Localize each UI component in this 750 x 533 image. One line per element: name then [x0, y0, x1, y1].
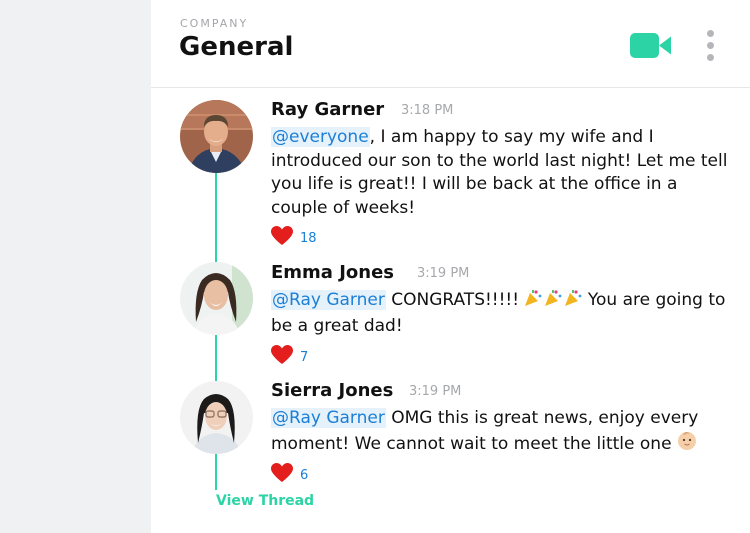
message-text: @Ray Garner OMG this is great news, enjo… [271, 407, 731, 458]
reaction-count: 6 [300, 468, 309, 483]
message-author[interactable]: Ray Garner [271, 99, 384, 120]
reaction-count: 18 [300, 231, 317, 246]
party-popper-icon [524, 289, 582, 315]
reaction-heart[interactable]: 6 [271, 463, 321, 485]
sidebar [0, 0, 151, 533]
reaction-heart[interactable]: 18 [271, 226, 331, 248]
message-timestamp: 3:19 PM [409, 384, 462, 399]
channel-header: COMPANY General [151, 0, 750, 88]
view-thread-link[interactable]: View Thread [216, 493, 314, 509]
message-text-content: CONGRATS!!!!! [385, 290, 525, 310]
channel-title: General [179, 32, 294, 62]
workspace-name: COMPANY [180, 17, 249, 30]
mention-ray-garner[interactable]: @Ray Garner [271, 290, 386, 310]
avatar-sierra-jones[interactable] [180, 381, 253, 454]
avatar-emma-jones[interactable] [180, 262, 253, 335]
message-text: @Ray Garner CONGRATS!!!!! You are going … [271, 289, 731, 338]
message-author[interactable]: Sierra Jones [271, 380, 393, 401]
message-author[interactable]: Emma Jones [271, 262, 394, 283]
baby-face-icon [677, 431, 697, 459]
channel-view: COMPANY General Ray Garner 3:18 PM @ever… [151, 0, 750, 533]
message-timestamp: 3:18 PM [401, 103, 454, 118]
message-timestamp: 3:19 PM [417, 266, 470, 281]
heart-icon [271, 226, 293, 245]
reaction-heart[interactable]: 7 [271, 345, 321, 367]
heart-icon [271, 463, 293, 482]
reaction-count: 7 [300, 350, 309, 365]
mention-everyone[interactable]: @everyone [271, 127, 370, 147]
heart-icon [271, 345, 293, 364]
mention-ray-garner[interactable]: @Ray Garner [271, 408, 386, 428]
avatar-ray-garner[interactable] [180, 100, 253, 173]
vertical-ellipsis-icon[interactable] [704, 28, 718, 64]
video-camera-icon[interactable] [630, 33, 672, 58]
message-text: @everyone, I am happy to say my wife and… [271, 126, 731, 220]
